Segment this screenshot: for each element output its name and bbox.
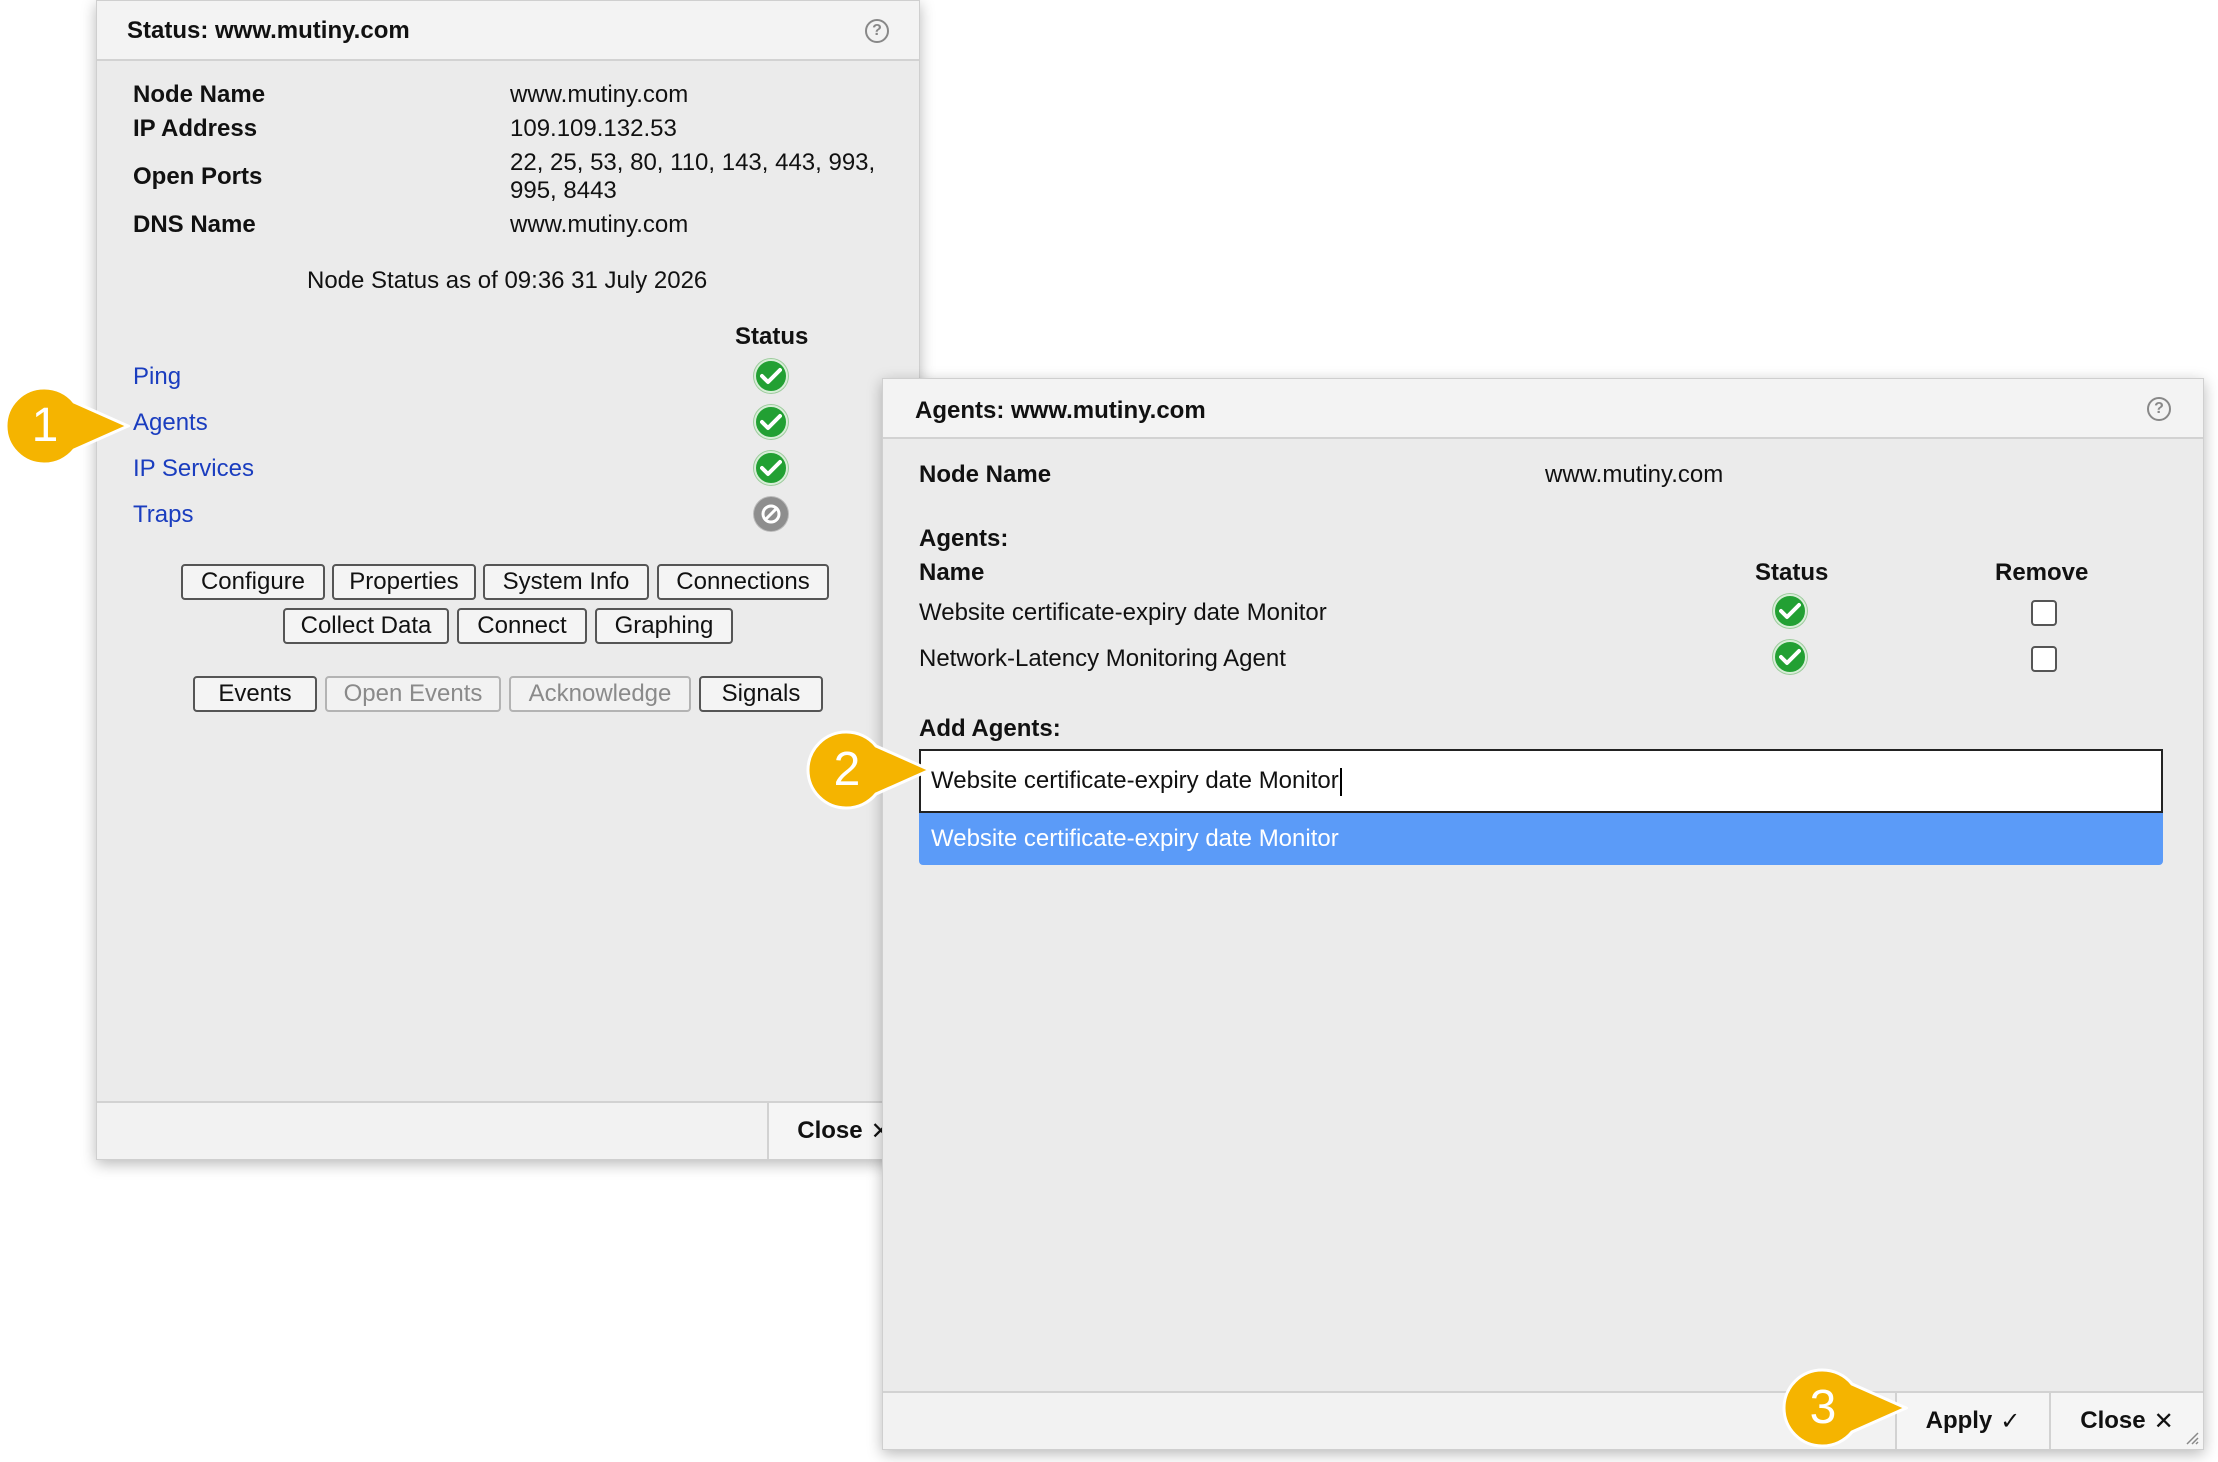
remove-column-header: Remove xyxy=(1995,559,2089,586)
events-button[interactable]: Events xyxy=(193,676,317,712)
connections-button[interactable]: Connections xyxy=(657,564,829,600)
properties-button[interactable]: Properties xyxy=(332,564,476,600)
close-icon: ✕ xyxy=(2153,1407,2174,1435)
configure-button[interactable]: Configure xyxy=(181,564,325,600)
service-link-ip-services[interactable]: IP Services xyxy=(133,455,254,483)
resize-grip-icon[interactable] xyxy=(2185,1431,2199,1445)
checkmark-icon: ✓ xyxy=(2000,1407,2021,1435)
node-name-label: Node Name xyxy=(133,81,266,108)
agent-row-name: Network-Latency Monitoring Agent xyxy=(919,645,1286,672)
status-column-header: Status xyxy=(735,323,809,350)
add-agents-heading: Add Agents: xyxy=(919,715,1061,742)
status-dialog-footer: Close ✕ xyxy=(97,1101,919,1159)
agents-close-button[interactable]: Close ✕ xyxy=(2049,1393,2203,1449)
system-info-button[interactable]: System Info xyxy=(483,564,649,600)
add-agent-input-text: Website certificate-expiry date Monitor xyxy=(931,767,1339,794)
close-label: Close xyxy=(2080,1407,2146,1434)
open-events-button[interactable]: Open Events xyxy=(325,676,501,712)
node-name-value: www.mutiny.com xyxy=(1545,461,1724,488)
help-icon[interactable]: ? xyxy=(865,19,889,43)
agents-heading: Agents: xyxy=(919,525,1009,552)
agents-dialog-title: Agents: www.mutiny.com xyxy=(915,397,1206,424)
callout-2: 2 xyxy=(802,728,934,812)
agent-suggestion-option[interactable]: Website certificate-expiry date Monitor xyxy=(919,813,2163,865)
node-status-caption: Node Status as of 09:36 31 July 2026 xyxy=(307,267,708,294)
callout-3: 3 xyxy=(1778,1366,1910,1450)
callout-number: 3 xyxy=(1809,1381,1837,1434)
callout-1: 1 xyxy=(0,384,132,468)
agent-row-name: Website certificate-expiry date Monitor xyxy=(919,599,1327,626)
ip-services-status-ok-icon xyxy=(754,451,788,485)
agent-status-ok-icon xyxy=(1773,640,1807,674)
status-dialog-header: Status: www.mutiny.com ? xyxy=(97,1,919,61)
remove-agent-checkbox[interactable] xyxy=(2031,600,2057,626)
signals-button[interactable]: Signals xyxy=(699,676,823,712)
ping-status-ok-icon xyxy=(754,359,788,393)
node-name-label: Node Name xyxy=(919,461,1052,488)
add-agent-input[interactable]: Website certificate-expiry date Monitor xyxy=(919,749,2163,813)
remove-agent-checkbox[interactable] xyxy=(2031,646,2057,672)
callout-number: 2 xyxy=(833,743,861,796)
ip-address-value: 109.109.132.53 xyxy=(510,115,677,142)
text-caret xyxy=(1339,767,1342,796)
agent-status-ok-icon xyxy=(1773,594,1807,628)
service-link-ping[interactable]: Ping xyxy=(133,363,181,391)
acknowledge-button[interactable]: Acknowledge xyxy=(509,676,691,712)
ip-address-label: IP Address xyxy=(133,115,258,142)
collect-data-button[interactable]: Collect Data xyxy=(283,608,449,644)
status-column-header: Status xyxy=(1755,559,1829,586)
connect-button[interactable]: Connect xyxy=(457,608,587,644)
help-icon[interactable]: ? xyxy=(2147,397,2171,421)
apply-button[interactable]: Apply ✓ xyxy=(1895,1393,2049,1449)
status-dialog-title: Status: www.mutiny.com xyxy=(127,17,410,44)
open-ports-label: Open Ports xyxy=(133,163,263,190)
status-dialog: Status: www.mutiny.com ? Node Name www.m… xyxy=(96,0,920,1160)
open-ports-value-line2: 995, 8443 xyxy=(510,177,617,204)
agents-dialog-footer: Apply ✓ Close ✕ xyxy=(883,1391,2203,1449)
agents-status-ok-icon xyxy=(754,405,788,439)
dns-name-label: DNS Name xyxy=(133,211,256,238)
agents-dialog: Agents: www.mutiny.com ? Node Name www.m… xyxy=(882,378,2204,1450)
service-link-agents[interactable]: Agents xyxy=(133,409,208,437)
service-link-traps[interactable]: Traps xyxy=(133,501,193,529)
callout-number: 1 xyxy=(31,399,59,452)
close-label: Close xyxy=(797,1117,863,1144)
traps-status-disabled-icon xyxy=(754,497,788,531)
name-column-header: Name xyxy=(919,559,985,586)
graphing-button[interactable]: Graphing xyxy=(595,608,733,644)
apply-label: Apply xyxy=(1925,1407,1993,1434)
node-name-value: www.mutiny.com xyxy=(510,81,689,108)
agents-dialog-header: Agents: www.mutiny.com ? xyxy=(883,379,2203,439)
dns-name-value: www.mutiny.com xyxy=(510,211,689,238)
open-ports-value-line1: 22, 25, 53, 80, 110, 143, 443, 993, xyxy=(510,149,876,176)
